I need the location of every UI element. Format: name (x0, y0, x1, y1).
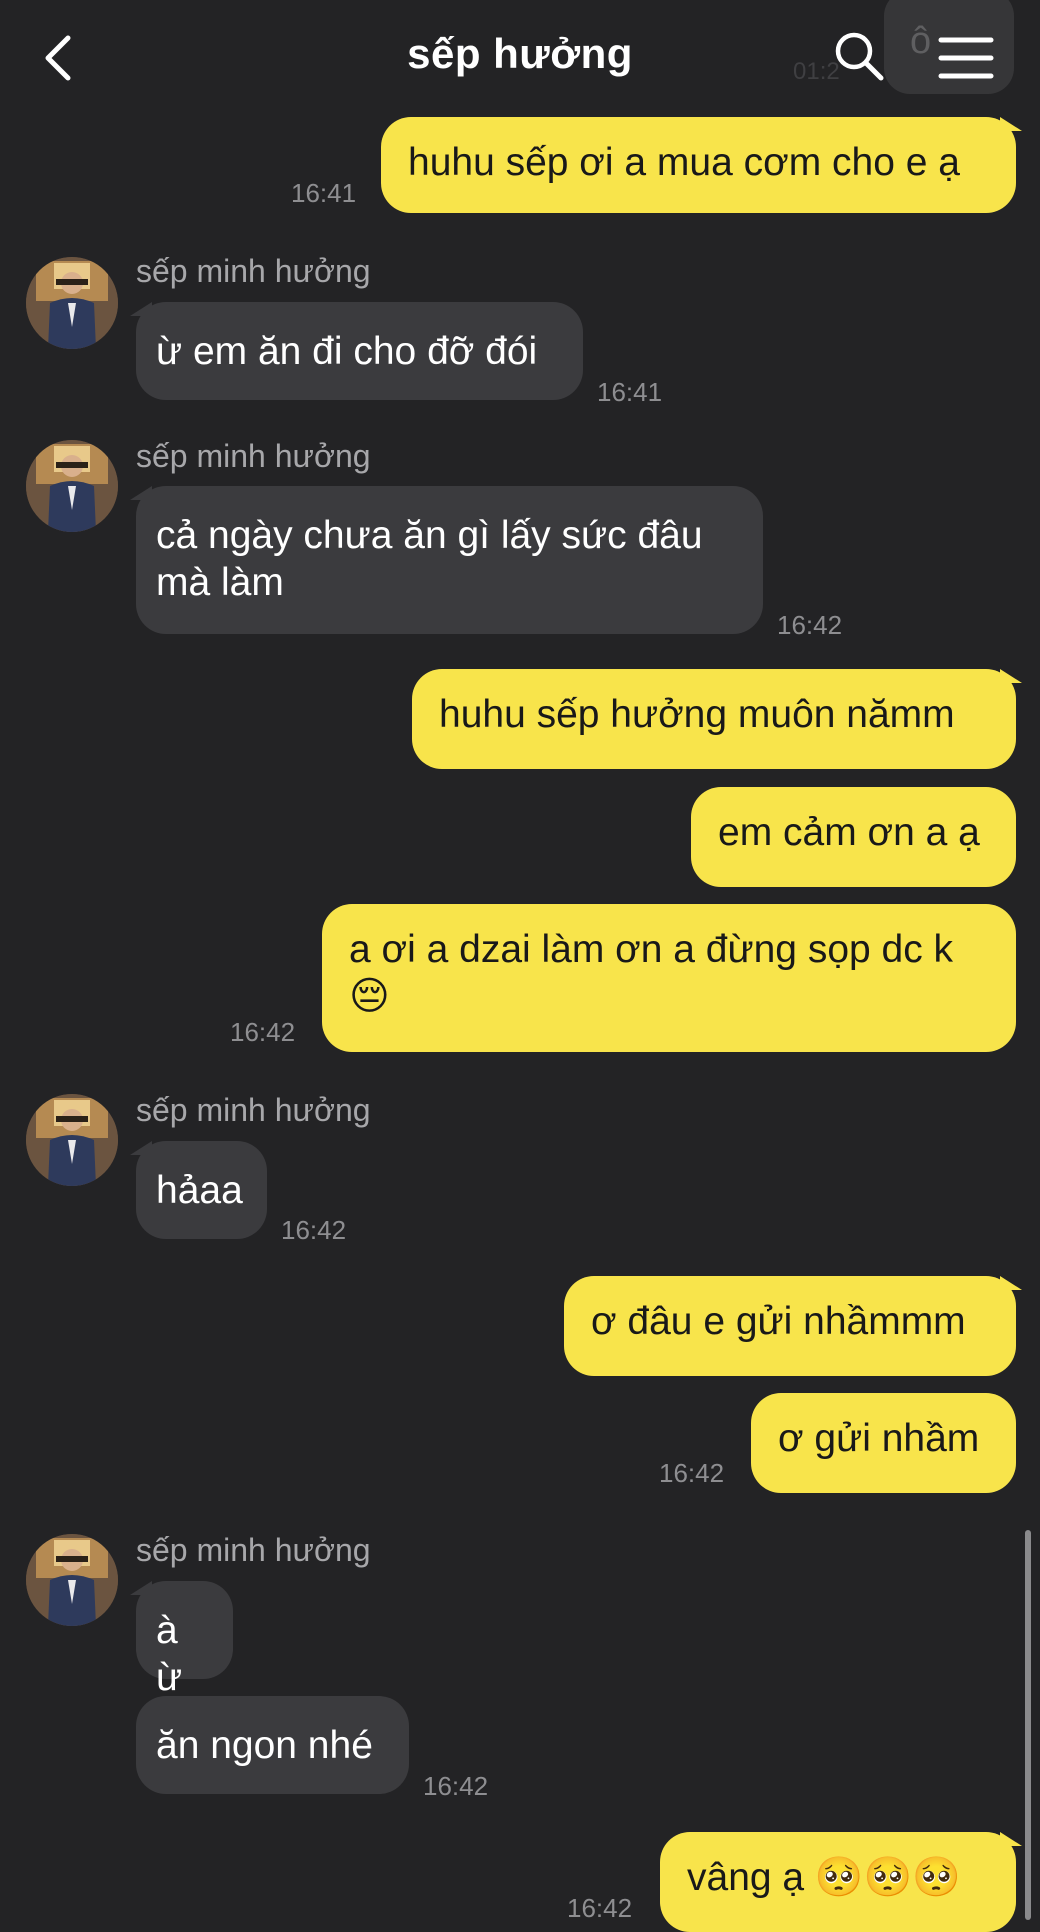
profile-avatar-icon (26, 1094, 118, 1186)
their-message-bubble[interactable]: à ừ (130, 1581, 233, 1699)
hamburger-menu-icon (938, 37, 994, 79)
my-message-bubble[interactable]: em cảm ơn a ạ (691, 787, 1016, 887)
message-text: ừ em ăn đi cho đỡ đói (156, 330, 538, 373)
my-message-bubble[interactable]: huhu sếp ơi a mua cơm cho e ạ (381, 117, 1016, 213)
search-button[interactable] (833, 30, 885, 82)
their-message-bubble[interactable]: cả ngày chưa ăn gì lấy sức đâu mà làm (130, 486, 763, 634)
contact-avatar[interactable] (26, 1094, 118, 1186)
chat-header: sếp hưởng ô 01:2 (0, 0, 1040, 115)
search-icon (835, 32, 884, 81)
message-text: ăn ngon nhé (156, 1724, 373, 1767)
message-text: ơ đâu e gửi nhầmmm (591, 1300, 966, 1343)
message-time: 16:42 (281, 1215, 347, 1245)
message-time: 16:42 (659, 1458, 725, 1488)
message-time: 16:42 (777, 610, 843, 640)
sender-name: sếp minh hưởng (136, 438, 371, 474)
scrollbar[interactable] (1025, 1530, 1031, 1920)
contact-avatar[interactable] (26, 1534, 118, 1626)
message-text-line: mà làm (156, 561, 284, 604)
message-text: ơ gửi nhầm (778, 1417, 980, 1460)
their-message-bubble[interactable]: ăn ngon nhé (136, 1696, 409, 1794)
message-time: 16:41 (597, 377, 663, 407)
overlay-text: ô (910, 20, 932, 62)
my-message-bubble[interactable]: a ơi a dzai làm ơn a đừng sọp dc k 😔 (322, 904, 1016, 1052)
their-message-bubble[interactable]: hảaa (130, 1141, 267, 1239)
profile-avatar-icon (26, 1534, 118, 1626)
message-text: em cảm ơn a ạ (718, 811, 980, 854)
menu-button[interactable] (937, 34, 995, 82)
profile-avatar-icon (26, 440, 118, 532)
sender-name: sếp minh hưởng (136, 1092, 371, 1128)
message-text-line: 😔 (349, 975, 390, 1018)
sender-name: sếp minh hưởng (136, 1532, 371, 1568)
message-text-line: a ơi a dzai làm ơn a đừng sọp dc k (349, 928, 954, 971)
message-text: vâng ạ 🥺🥺🥺 (687, 1856, 961, 1899)
message-text: huhu sếp hưởng muôn nămm (439, 693, 955, 736)
message-text: à ừ (156, 1609, 183, 1699)
message-time: 16:41 (291, 178, 357, 208)
my-message-bubble[interactable]: vâng ạ 🥺🥺🥺 (660, 1832, 1016, 1932)
message-time: 16:42 (567, 1893, 633, 1923)
message-time: 16:42 (423, 1771, 489, 1801)
their-message-bubble[interactable]: ừ em ăn đi cho đỡ đói (130, 302, 583, 400)
message-text-line: cả ngày chưa ăn gì lấy sức đâu (156, 514, 703, 557)
profile-avatar-icon (26, 257, 118, 349)
sender-name: sếp minh hưởng (136, 253, 371, 289)
my-message-bubble[interactable]: ơ đâu e gửi nhầmmm (564, 1276, 1016, 1376)
my-message-bubble[interactable]: huhu sếp hưởng muôn nămm (412, 669, 1016, 769)
contact-avatar[interactable] (26, 440, 118, 532)
my-message-bubble[interactable]: ơ gửi nhầm (751, 1393, 1016, 1493)
message-time: 16:42 (230, 1017, 296, 1047)
message-text: huhu sếp ơi a mua cơm cho e ạ (408, 141, 960, 184)
message-text: hảaa (156, 1169, 243, 1212)
contact-avatar[interactable] (26, 257, 118, 349)
